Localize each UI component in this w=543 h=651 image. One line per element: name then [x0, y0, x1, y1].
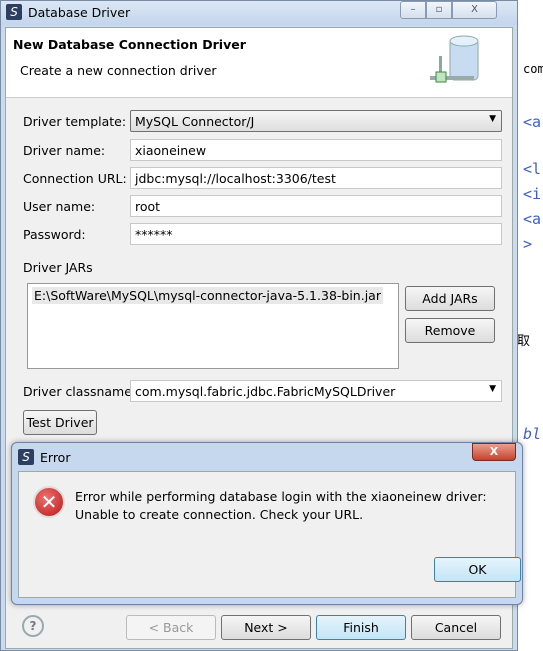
bg-fragment: > — [523, 235, 533, 253]
bg-fragment: <l — [523, 160, 542, 178]
password-input[interactable]: ****** — [130, 223, 502, 245]
back-button[interactable]: < Back — [126, 615, 216, 640]
user-name-label: User name: — [23, 199, 96, 214]
driver-classname-value: com.mysql.fabric.jdbc.FabricMySQLDriver — [135, 384, 396, 399]
finish-button[interactable]: Finish — [316, 615, 406, 640]
error-dialog: S Error X ✕ Error while performing datab… — [11, 442, 523, 605]
bg-fragment: bl — [523, 425, 542, 443]
page-title: New Database Connection Driver — [13, 37, 246, 52]
chevron-down-icon: ▼ — [489, 384, 496, 394]
maximize-button[interactable]: ▫ — [426, 1, 452, 19]
wizard-header: New Database Connection Driver Create a … — [6, 28, 512, 98]
driver-name-label: Driver name: — [23, 143, 106, 158]
driver-classname-combo[interactable]: com.mysql.fabric.jdbc.FabricMySQLDriver … — [130, 380, 502, 402]
error-close-button[interactable]: X — [472, 443, 516, 461]
driver-jars-label: Driver JARs — [23, 260, 93, 275]
driver-template-label: Driver template: — [23, 114, 127, 129]
close-button[interactable]: X — [452, 1, 497, 19]
error-message-line1: Error while performing database login wi… — [75, 489, 487, 504]
app-icon: S — [6, 4, 22, 20]
connection-url-label: Connection URL: — [23, 171, 127, 186]
driver-classname-label: Driver classname: — [23, 384, 137, 399]
cancel-button[interactable]: Cancel — [411, 615, 501, 640]
help-icon[interactable]: ? — [22, 615, 44, 637]
bg-fragment: com — [523, 62, 543, 76]
chevron-down-icon: ▼ — [489, 114, 496, 124]
bg-fragment: <a — [523, 210, 542, 228]
app-icon: S — [18, 449, 34, 465]
error-dialog-body: ✕ Error while performing database login … — [18, 471, 521, 598]
error-dialog-title: Error — [40, 450, 71, 465]
add-jars-button[interactable]: Add JARs — [405, 286, 495, 311]
window-title: Database Driver — [28, 5, 131, 20]
bg-fragment: <i — [523, 185, 542, 203]
jars-list[interactable]: E:\SoftWare\MySQL\mysql-connector-java-5… — [27, 283, 399, 369]
title-bar[interactable]: S Database Driver – ▫ X — [1, 1, 517, 25]
password-label: Password: — [23, 227, 86, 242]
error-icon: ✕ — [33, 486, 65, 518]
page-subtitle: Create a new connection driver — [20, 63, 217, 78]
test-driver-button[interactable]: Test Driver — [23, 410, 97, 435]
minimize-button[interactable]: – — [400, 1, 426, 19]
database-icon — [426, 32, 486, 92]
error-message-line2: Unable to create connection. Check your … — [75, 507, 364, 522]
ok-button[interactable]: OK — [434, 557, 521, 582]
bg-fragment: <a — [523, 113, 542, 131]
driver-template-select[interactable]: MySQL Connector/J ▼ — [130, 110, 502, 132]
connection-url-input[interactable]: jdbc:mysql://localhost:3306/test — [130, 167, 502, 189]
jar-list-item[interactable]: E:\SoftWare\MySQL\mysql-connector-java-5… — [32, 287, 383, 304]
driver-name-input[interactable]: xiaoneinew — [130, 139, 502, 161]
bg-fragment: 取 — [517, 334, 531, 349]
remove-button[interactable]: Remove — [405, 318, 495, 343]
next-button[interactable]: Next > — [221, 615, 311, 640]
driver-template-value: MySQL Connector/J — [135, 114, 255, 129]
user-name-input[interactable]: root — [130, 195, 502, 217]
